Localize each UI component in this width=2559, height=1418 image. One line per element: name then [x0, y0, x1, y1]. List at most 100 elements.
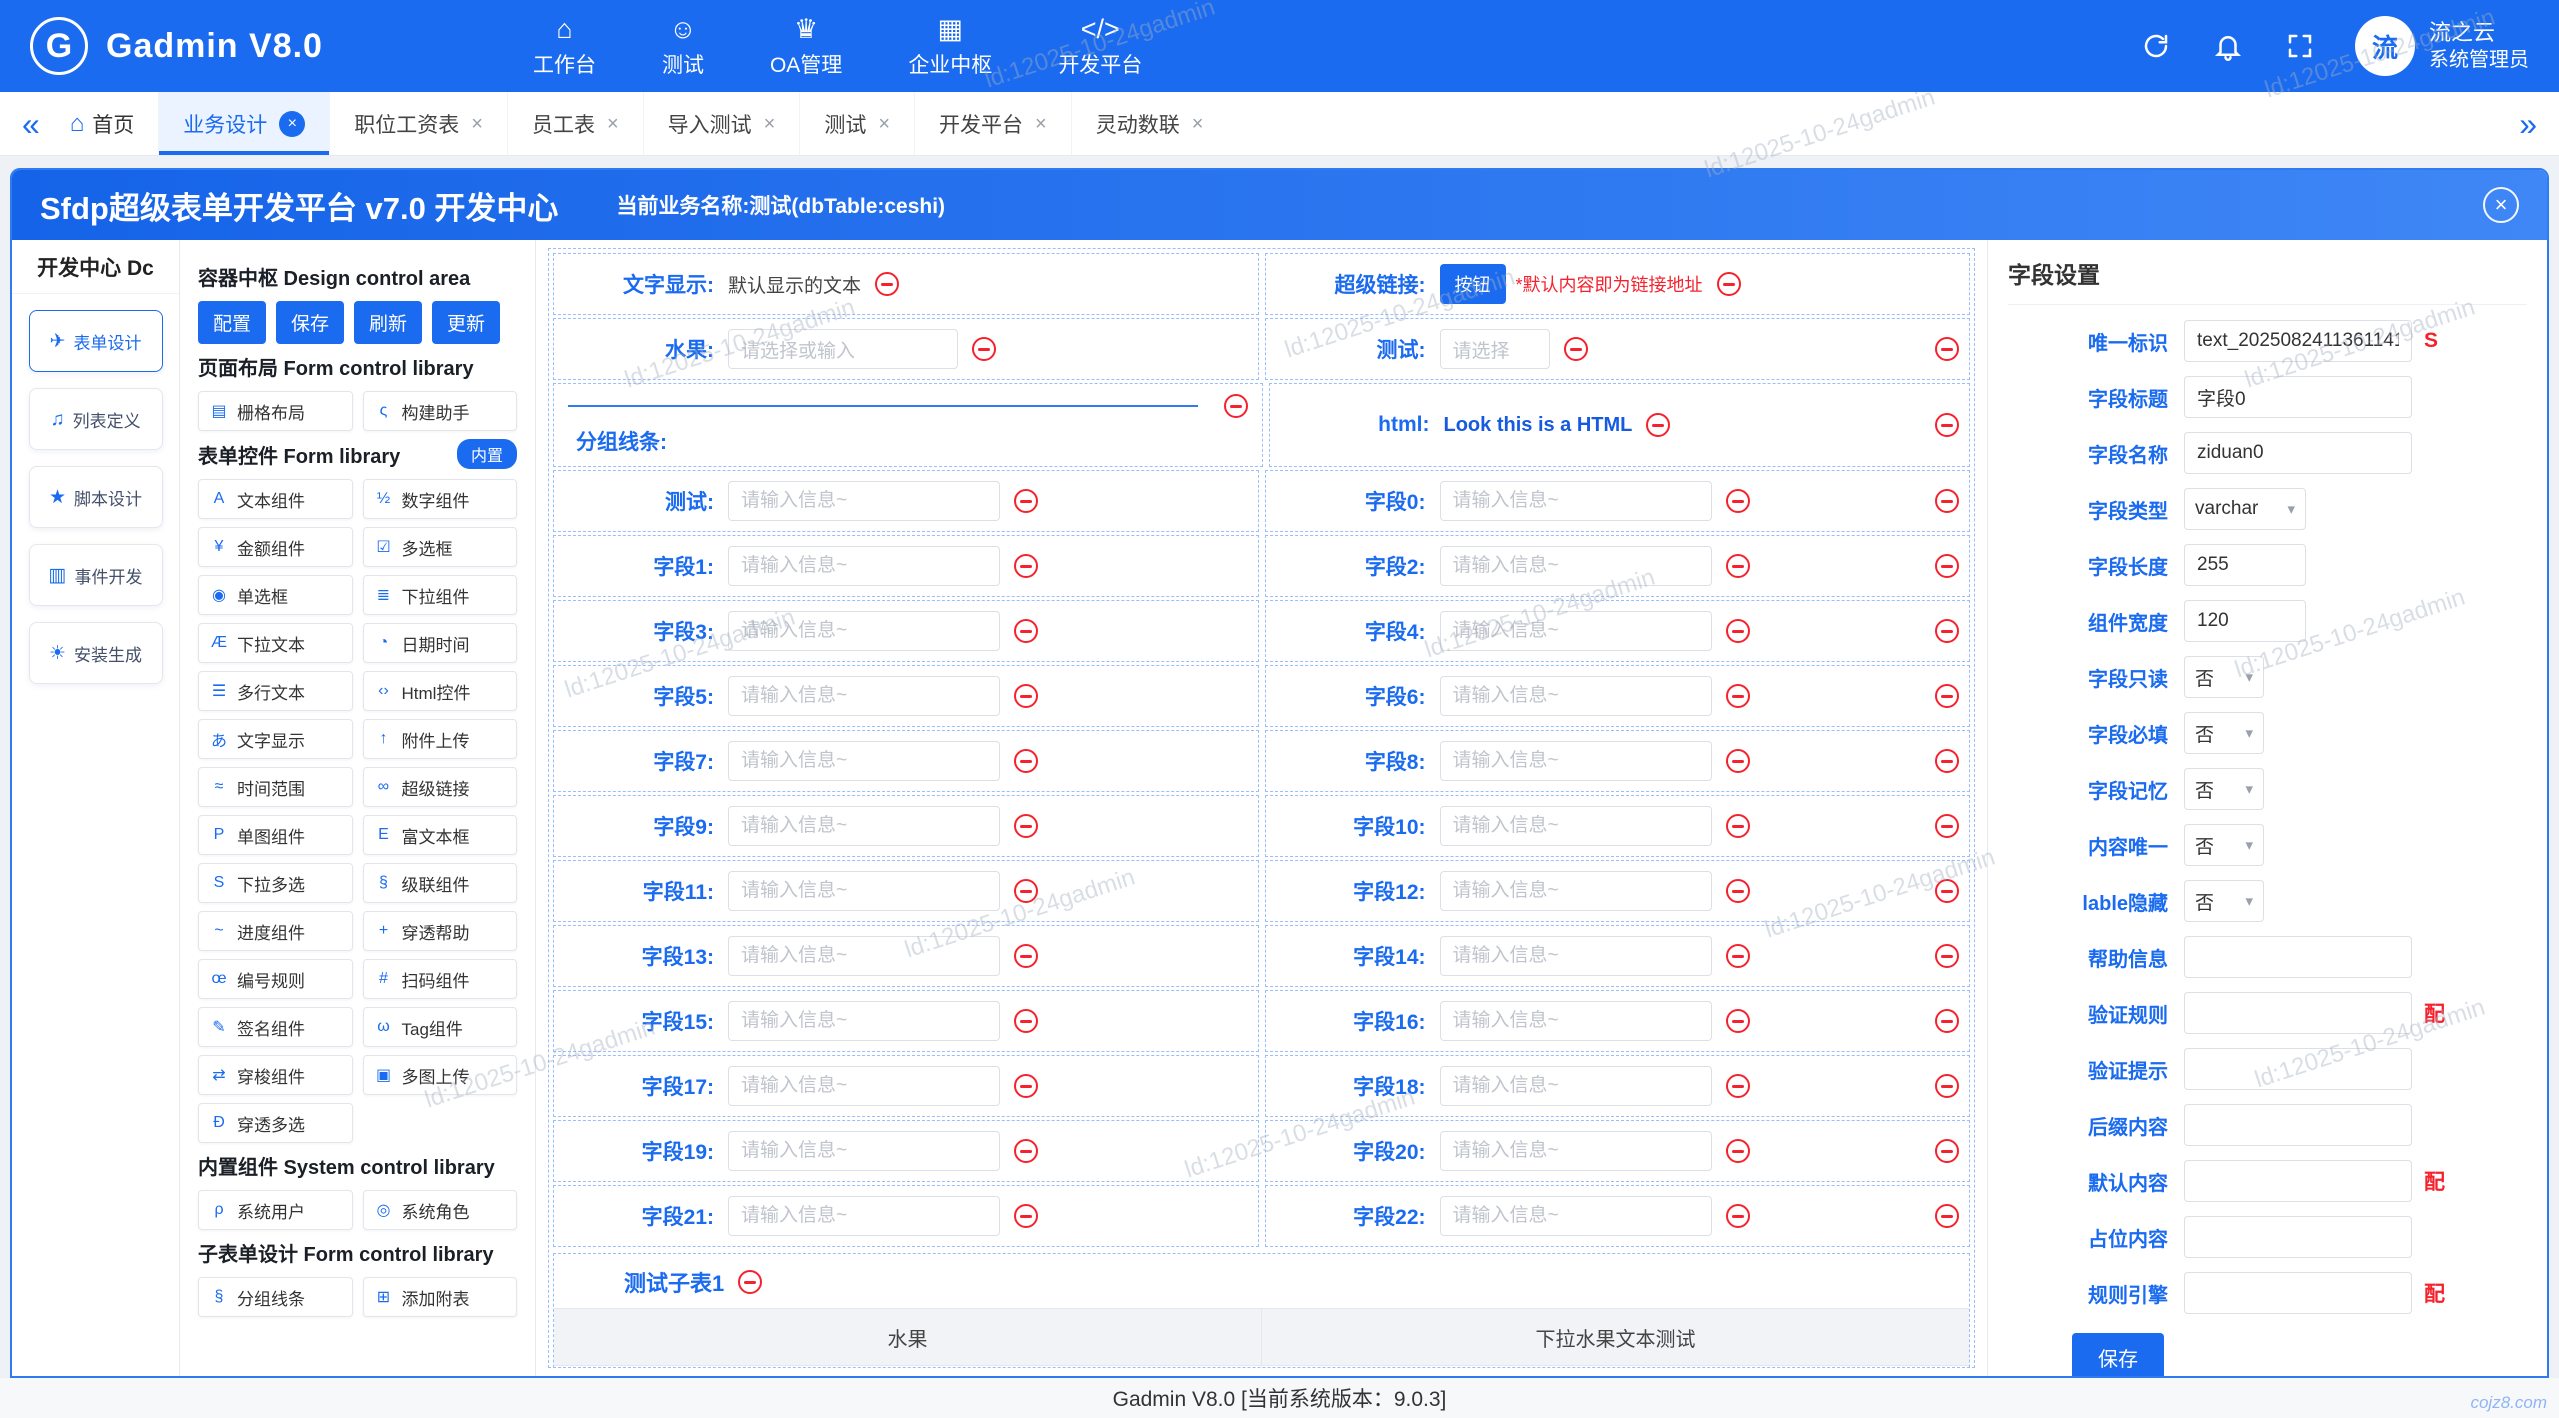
component-item[interactable]: ☑ 多选框: [363, 527, 518, 567]
form-field[interactable]: 字段3:: [553, 600, 1259, 662]
field-input[interactable]: [1440, 741, 1712, 781]
remove-field-icon[interactable]: [1726, 944, 1750, 968]
component-item[interactable]: ς 构建助手: [363, 391, 518, 431]
remove-field-icon[interactable]: [1014, 1204, 1038, 1228]
settings-input[interactable]: [2184, 376, 2412, 418]
component-item[interactable]: ω Tag组件: [363, 1007, 518, 1047]
component-item[interactable]: ≣ 下拉组件: [363, 575, 518, 615]
settings-input[interactable]: [2184, 1216, 2412, 1258]
component-item[interactable]: # 扫码组件: [363, 959, 518, 999]
component-item[interactable]: + 穿透帮助: [363, 911, 518, 951]
remove-field-icon[interactable]: [1717, 272, 1741, 296]
save-button[interactable]: 保存: [2072, 1333, 2164, 1376]
tab[interactable]: 职位工资表 ×: [329, 92, 507, 155]
component-item[interactable]: ⇄ 穿梭组件: [198, 1055, 353, 1095]
remove-row-icon[interactable]: [1935, 944, 1959, 968]
tab-close-icon[interactable]: ×: [1035, 114, 1047, 134]
field-input[interactable]: [1440, 936, 1712, 976]
remove-field-icon[interactable]: [1014, 1139, 1038, 1163]
sidebar-item[interactable]: ▥ 事件开发: [29, 544, 163, 606]
toolbar-button[interactable]: 保存: [276, 301, 344, 344]
component-item[interactable]: ◔ 日期时间: [363, 623, 518, 663]
remove-row-icon[interactable]: [1935, 619, 1959, 643]
remove-field-icon[interactable]: [1014, 684, 1038, 708]
toolbar-button[interactable]: 配置: [198, 301, 266, 344]
field-input[interactable]: [1440, 871, 1712, 911]
component-item[interactable]: ∞ 超级链接: [363, 767, 518, 807]
tab-close-icon[interactable]: ×: [764, 114, 776, 134]
form-field[interactable]: 字段21:: [553, 1185, 1259, 1247]
toolbar-button[interactable]: 更新: [432, 301, 500, 344]
remove-field-icon[interactable]: [1726, 489, 1750, 513]
remove-row-icon[interactable]: [1935, 489, 1959, 513]
settings-select[interactable]: varchar ▾: [2184, 488, 2306, 530]
topnav-item[interactable]: ♛ OA管理: [770, 14, 842, 79]
superlink-button[interactable]: 按钮: [1440, 264, 1506, 304]
remove-row-icon[interactable]: [1935, 1204, 1959, 1228]
form-field[interactable]: 字段19:: [553, 1120, 1259, 1182]
form-field[interactable]: 字段4:: [1265, 600, 1971, 662]
field-input[interactable]: [1440, 806, 1712, 846]
tab[interactable]: 导入测试 ×: [643, 92, 800, 155]
remove-row-icon[interactable]: [1935, 1139, 1959, 1163]
tab-close-icon[interactable]: ×: [878, 114, 890, 134]
component-item[interactable]: ‹› Html控件: [363, 671, 518, 711]
fruit-select-field[interactable]: 水果: 请选择或输入: [553, 318, 1259, 380]
refresh-icon[interactable]: [2139, 29, 2173, 63]
field-input[interactable]: [728, 741, 1000, 781]
groupline-field[interactable]: 分组线条:: [553, 383, 1263, 467]
component-item[interactable]: ↑ 附件上传: [363, 719, 518, 759]
tab-close-icon[interactable]: ×: [1192, 114, 1204, 134]
component-item[interactable]: Đ 穿透多选: [198, 1103, 353, 1143]
tab[interactable]: 业务设计 ×: [158, 92, 329, 155]
remove-field-icon[interactable]: [1726, 1139, 1750, 1163]
config-badge[interactable]: 配: [2424, 1278, 2445, 1308]
sidebar-item[interactable]: ✈ 表单设计: [29, 310, 163, 372]
tab[interactable]: 测试 ×: [799, 92, 914, 155]
builtin-badge[interactable]: 内置: [457, 439, 517, 469]
tab-close-icon[interactable]: ×: [471, 114, 483, 134]
field-input[interactable]: [728, 1001, 1000, 1041]
remove-row-icon[interactable]: [1935, 1074, 1959, 1098]
form-field[interactable]: 字段22:: [1265, 1185, 1971, 1247]
remove-field-icon[interactable]: [1014, 814, 1038, 838]
field-input[interactable]: [1440, 1066, 1712, 1106]
html-field[interactable]: html: Look this is a HTML: [1269, 383, 1971, 467]
topnav-item[interactable]: ☺ 测试: [662, 14, 704, 79]
remove-field-icon[interactable]: [1564, 337, 1588, 361]
form-field[interactable]: 字段11:: [553, 860, 1259, 922]
component-item[interactable]: ▤ 栅格布局: [198, 391, 353, 431]
field-input[interactable]: [1440, 611, 1712, 651]
component-item[interactable]: ☰ 多行文本: [198, 671, 353, 711]
component-item[interactable]: ¥ 金额组件: [198, 527, 353, 567]
config-badge[interactable]: 配: [2424, 998, 2445, 1028]
form-field[interactable]: 字段5:: [553, 665, 1259, 727]
remove-row-icon[interactable]: [1935, 1009, 1959, 1033]
settings-input[interactable]: [2184, 1104, 2412, 1146]
form-field[interactable]: 字段13:: [553, 925, 1259, 987]
component-item[interactable]: § 分组线条: [198, 1277, 353, 1317]
form-field[interactable]: 字段17:: [553, 1055, 1259, 1117]
fruit-select[interactable]: 请选择或输入: [728, 329, 958, 369]
settings-input[interactable]: [2184, 1160, 2412, 1202]
sidebar-item[interactable]: ♫ 列表定义: [29, 388, 163, 450]
field-input[interactable]: [1440, 676, 1712, 716]
remove-field-icon[interactable]: [972, 337, 996, 361]
notifications-bell-icon[interactable]: [2211, 29, 2245, 63]
settings-input[interactable]: [2184, 1048, 2412, 1090]
component-item[interactable]: ½ 数字组件: [363, 479, 518, 519]
remove-field-icon[interactable]: [1646, 413, 1670, 437]
remove-row-icon[interactable]: [1935, 814, 1959, 838]
field-input[interactable]: [1440, 1131, 1712, 1171]
topnav-item[interactable]: </> 开发平台: [1058, 14, 1142, 79]
component-item[interactable]: Æ 下拉文本: [198, 623, 353, 663]
form-field[interactable]: 字段14:: [1265, 925, 1971, 987]
superlink-field[interactable]: 超级链接: 按钮 *默认内容即为链接地址: [1265, 253, 1971, 315]
text-display-field[interactable]: 文字显示: 默认显示的文本: [553, 253, 1259, 315]
settings-input[interactable]: [2184, 992, 2412, 1034]
settings-select[interactable]: 否 ▾: [2184, 712, 2264, 754]
component-item[interactable]: あ 文字显示: [198, 719, 353, 759]
test-select[interactable]: 请选择: [1440, 329, 1550, 369]
remove-row-icon[interactable]: [1935, 413, 1959, 437]
remove-row-icon[interactable]: [1935, 684, 1959, 708]
